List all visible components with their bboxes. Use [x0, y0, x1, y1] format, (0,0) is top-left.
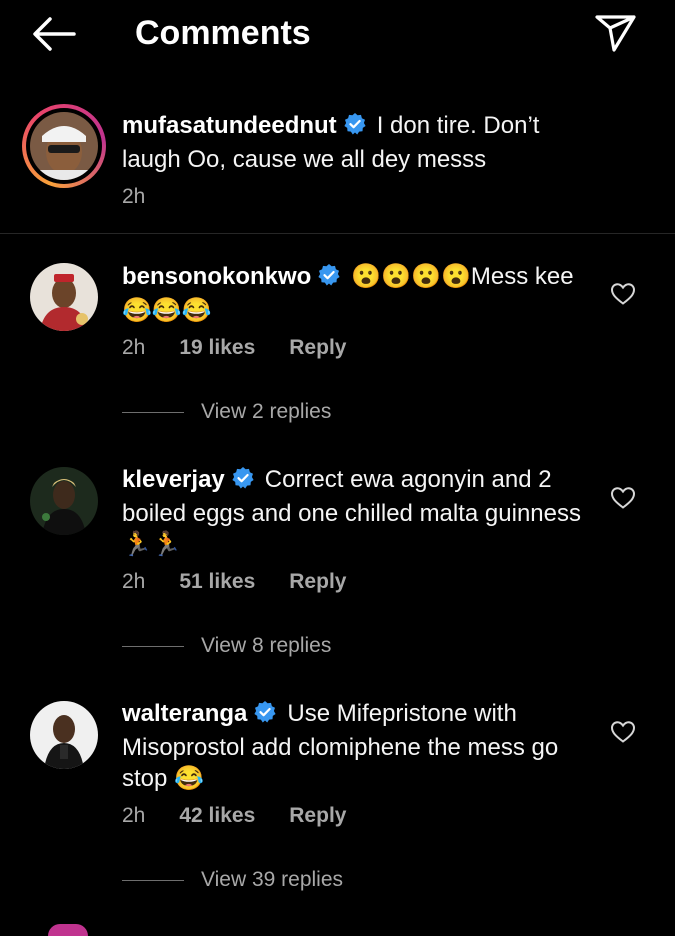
comment-meta: 2h 19 likes Reply: [122, 335, 380, 361]
back-button[interactable]: [28, 12, 80, 56]
like-button[interactable]: [610, 282, 636, 306]
emoji-suffix: 🏃🏃: [122, 531, 182, 558]
likes-count[interactable]: 19 likes: [179, 335, 255, 361]
likes-count[interactable]: 51 likes: [179, 569, 255, 595]
emoji-prefix: 😮😮😮😮: [351, 263, 471, 290]
comment-time: 2h: [122, 804, 146, 827]
divider: [0, 233, 675, 234]
caption-time: 2h: [122, 185, 146, 208]
comment-text: kleverjay Correct ewa agonyin and 2 boile…: [122, 464, 582, 560]
verified-badge-icon: [317, 263, 341, 295]
emoji-suffix: 😂: [174, 765, 204, 792]
avatar[interactable]: [30, 467, 98, 535]
avatar: [30, 112, 98, 180]
heart-icon: [610, 283, 636, 305]
replies-line: [122, 412, 184, 413]
view-replies-label: View 8 replies: [201, 634, 332, 657]
comment-body: Mess kee: [470, 263, 574, 290]
reply-button[interactable]: Reply: [289, 803, 346, 829]
caption-username[interactable]: mufasatundeednut: [122, 112, 337, 139]
page-title: Comments: [135, 14, 311, 52]
avatar[interactable]: [30, 701, 98, 769]
comment-text: bensonokonkwo 😮😮😮😮Mess kee 😂😂😂: [122, 261, 582, 326]
emoji-suffix: 😂😂😂: [122, 297, 212, 324]
caption-meta: 2h: [122, 184, 179, 210]
verified-badge-icon: [343, 112, 367, 144]
next-comment-avatar-edge: [48, 924, 88, 936]
comment-time: 2h: [122, 570, 146, 593]
caption-text: mufasatundeednut I don tire. Don’t laugh …: [122, 110, 582, 175]
comment-meta: 2h 51 likes Reply: [122, 569, 380, 595]
like-button[interactable]: [610, 720, 636, 744]
verified-badge-icon: [253, 700, 277, 732]
view-replies-label: View 39 replies: [201, 868, 344, 891]
story-ring[interactable]: [22, 104, 106, 188]
reply-button[interactable]: Reply: [289, 569, 346, 595]
like-button[interactable]: [610, 486, 636, 510]
share-button[interactable]: [590, 8, 642, 56]
replies-line: [122, 646, 184, 647]
header-bar: Comments: [0, 0, 675, 72]
comment-username[interactable]: kleverjay: [122, 466, 225, 493]
comment-time: 2h: [122, 336, 146, 359]
replies-line: [122, 880, 184, 881]
comment-text: walteranga Use Mifepristone with Misopros…: [122, 698, 582, 794]
reply-button[interactable]: Reply: [289, 335, 346, 361]
comment-username[interactable]: bensonokonkwo: [122, 263, 311, 290]
heart-icon: [610, 487, 636, 509]
comment-username[interactable]: walteranga: [122, 700, 247, 727]
avatar[interactable]: [30, 263, 98, 331]
view-replies-label: View 2 replies: [201, 400, 332, 423]
heart-icon: [610, 721, 636, 743]
comment-meta: 2h 42 likes Reply: [122, 803, 380, 829]
verified-badge-icon: [231, 466, 255, 498]
paper-plane-icon: [595, 15, 636, 52]
arrow-left-icon: [33, 17, 76, 51]
likes-count[interactable]: 42 likes: [179, 803, 255, 829]
